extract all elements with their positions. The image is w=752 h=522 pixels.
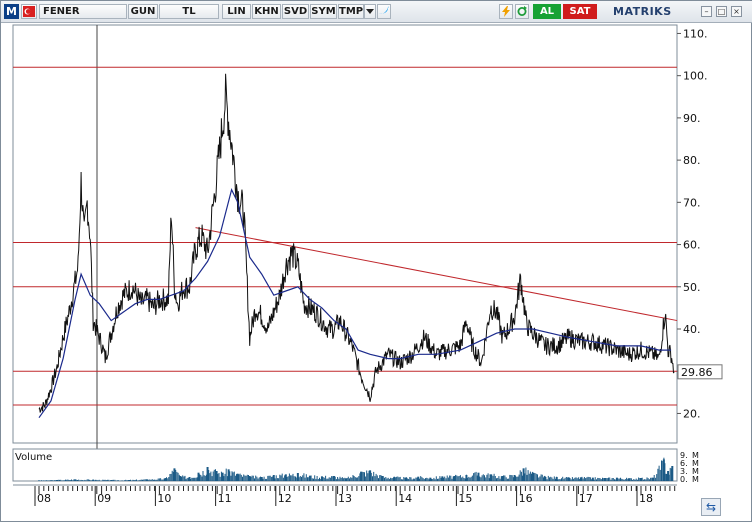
x-tick-label-18: 18 — [639, 492, 653, 505]
x-tick-label-11: 11 — [218, 492, 232, 505]
chart-window: M FENER GUN TL LIN KHN SVD SYM TMP AL SA… — [0, 0, 752, 522]
x-tick-label-13: 13 — [338, 492, 352, 505]
x-tick-label-16: 16 — [519, 492, 533, 505]
y-tick-label-40: 40. — [683, 323, 701, 336]
price-chart[interactable]: 20.30.40.50.60.70.80.90.100.110.29.86 Vo… — [1, 1, 752, 522]
volume-scale-label-3: 0. — [680, 475, 688, 484]
scroll-sync-button[interactable]: ⇆ — [701, 498, 721, 516]
x-tick-label-10: 10 — [157, 492, 171, 505]
y-tick-label-90: 90. — [683, 112, 701, 125]
y-tick-label-110: 110. — [683, 27, 708, 40]
volume-unit-label-3: M — [692, 475, 699, 484]
last-price-label: 29.86 — [681, 366, 713, 379]
x-tick-label-09: 09 — [97, 492, 111, 505]
volume-title: Volume — [15, 452, 52, 463]
y-tick-label-80: 80. — [683, 154, 701, 167]
y-tick-label-60: 60. — [683, 239, 701, 252]
y-tick-label-50: 50. — [683, 281, 701, 294]
x-tick-label-12: 12 — [278, 492, 292, 505]
x-tick-label-17: 17 — [579, 492, 593, 505]
volume-panel — [12, 448, 678, 482]
x-tick-label-15: 15 — [458, 492, 472, 505]
x-tick-label-14: 14 — [398, 492, 412, 505]
y-tick-label-100: 100. — [683, 70, 708, 83]
plot-area — [12, 24, 678, 444]
y-tick-label-20: 20. — [683, 407, 701, 420]
y-tick-label-70: 70. — [683, 196, 701, 209]
x-tick-label-08: 08 — [37, 492, 51, 505]
